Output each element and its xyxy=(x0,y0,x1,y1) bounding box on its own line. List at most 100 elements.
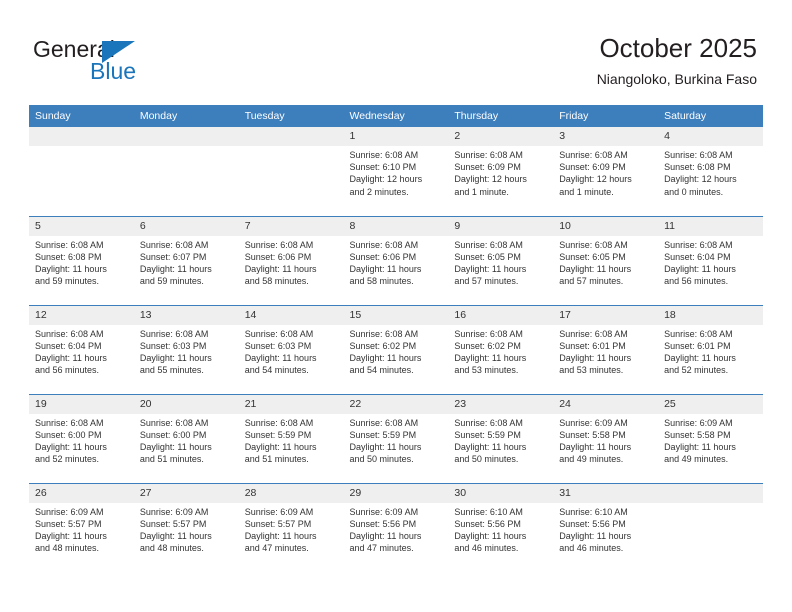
weekday-header-tuesday: Tuesday xyxy=(238,105,344,127)
calendar-day-cell[interactable]: 31 Sunrise: 6:10 AM Sunset: 5:56 PM Dayligh… xyxy=(553,482,659,572)
calendar-day-cell[interactable]: 7 Sunrise: 6:08 AM Sunset: 6:06 PM Daylight… xyxy=(238,215,344,305)
day-number: 24 xyxy=(553,394,659,414)
calendar-week-row: 19 Sunrise: 6:08 AM Sunset: 6:00 PM Dayligh… xyxy=(29,393,763,483)
daylight-text-line1: Daylight: 11 hours xyxy=(35,352,107,363)
daylight-text-line1: Daylight: 11 hours xyxy=(559,530,632,541)
weekday-header-thursday: Thursday xyxy=(448,105,554,127)
day-details: Sunrise: 6:08 AM Sunset: 6:08 PM Daylight:… xyxy=(658,146,763,198)
calendar-day-cell[interactable]: 26 Sunrise: 6:09 AM Sunset: 5:57 PM Dayligh… xyxy=(29,482,134,572)
day-details: Sunrise: 6:08 AM Sunset: 6:02 PM Daylight:… xyxy=(448,325,553,377)
sunset-text: Sunset: 6:10 PM xyxy=(349,162,417,173)
daylight-text-line1: Daylight: 11 hours xyxy=(349,441,422,452)
weekday-header-saturday: Saturday xyxy=(658,105,763,127)
calendar-day-cell[interactable]: 27 Sunrise: 6:09 AM Sunset: 5:57 PM Dayligh… xyxy=(133,482,239,572)
daylight-text-line1: Daylight: 11 hours xyxy=(349,263,422,274)
sunset-text: Sunset: 6:06 PM xyxy=(349,251,417,262)
daylight-text-line2: and 56 minutes. xyxy=(664,276,729,287)
day-details: Sunrise: 6:08 AM Sunset: 6:01 PM Daylight:… xyxy=(553,325,658,377)
sunset-text: Sunset: 6:02 PM xyxy=(349,340,417,351)
daylight-text-line1: Daylight: 12 hours xyxy=(454,174,527,185)
day-details: Sunrise: 6:08 AM Sunset: 6:10 PM Daylight:… xyxy=(344,146,449,198)
sunrise-text: Sunrise: 6:08 AM xyxy=(664,328,733,339)
sunset-text: Sunset: 6:05 PM xyxy=(454,251,521,262)
calendar-day-cell[interactable]: 24 Sunrise: 6:09 AM Sunset: 5:58 PM Dayligh… xyxy=(553,393,659,483)
day-number: 1 xyxy=(343,127,449,146)
calendar-day-cell[interactable]: 29 Sunrise: 6:09 AM Sunset: 5:56 PM Dayligh… xyxy=(343,482,449,572)
generalblue-logo[interactable]: General Blue xyxy=(33,36,223,88)
weekday-header-monday: Monday xyxy=(133,105,239,127)
calendar-day-cell[interactable]: 18 Sunrise: 6:08 AM Sunset: 6:01 PM Dayligh… xyxy=(658,304,763,394)
weekday-header-wednesday: Wednesday xyxy=(343,105,449,127)
calendar-day-cell[interactable]: 5 Sunrise: 6:08 AM Sunset: 6:08 PM Daylight… xyxy=(29,215,134,305)
day-details: Sunrise: 6:08 AM Sunset: 6:08 PM Daylight:… xyxy=(29,236,134,288)
day-number: 6 xyxy=(133,216,239,236)
day-number: 30 xyxy=(448,483,554,503)
daylight-text-line2: and 57 minutes. xyxy=(454,276,519,287)
calendar-day-cell[interactable]: 16 Sunrise: 6:08 AM Sunset: 6:02 PM Dayligh… xyxy=(448,304,554,394)
daylight-text-line1: Daylight: 11 hours xyxy=(244,441,317,452)
daylight-text-line2: and 46 minutes. xyxy=(454,543,519,554)
sunset-text: Sunset: 6:05 PM xyxy=(559,251,626,262)
daylight-text-line2: and 50 minutes. xyxy=(349,454,414,465)
daylight-text-line2: and 53 minutes. xyxy=(454,365,519,376)
day-details: Sunrise: 6:08 AM Sunset: 6:00 PM Daylight:… xyxy=(134,414,239,466)
sunset-text: Sunset: 5:59 PM xyxy=(454,429,521,440)
day-details: Sunrise: 6:08 AM Sunset: 6:02 PM Daylight:… xyxy=(344,325,449,377)
sunset-text: Sunset: 6:01 PM xyxy=(664,340,731,351)
daylight-text-line1: Daylight: 11 hours xyxy=(559,263,632,274)
day-number: 16 xyxy=(448,305,554,325)
calendar-day-cell[interactable]: 15 Sunrise: 6:08 AM Sunset: 6:02 PM Dayligh… xyxy=(343,304,449,394)
calendar-day-cell[interactable]: 9 Sunrise: 6:08 AM Sunset: 6:05 PM Daylight… xyxy=(448,215,554,305)
calendar-day-cell[interactable]: 13 Sunrise: 6:08 AM Sunset: 6:03 PM Dayligh… xyxy=(133,304,239,394)
sunset-text: Sunset: 6:01 PM xyxy=(559,340,626,351)
sunset-text: Sunset: 6:03 PM xyxy=(244,340,312,351)
sunrise-text: Sunrise: 6:09 AM xyxy=(349,506,419,517)
sunset-text: Sunset: 5:58 PM xyxy=(664,429,731,440)
weekday-header-friday: Friday xyxy=(553,105,659,127)
daylight-text-line1: Daylight: 12 hours xyxy=(664,174,737,185)
calendar-day-cell-empty xyxy=(658,482,763,572)
sunset-text: Sunset: 5:57 PM xyxy=(244,518,312,529)
calendar-day-cell[interactable]: 21 Sunrise: 6:08 AM Sunset: 5:59 PM Dayligh… xyxy=(238,393,344,483)
calendar-day-cell[interactable]: 23 Sunrise: 6:08 AM Sunset: 5:59 PM Dayligh… xyxy=(448,393,554,483)
calendar-day-cell[interactable]: 8 Sunrise: 6:08 AM Sunset: 6:06 PM Daylight… xyxy=(343,215,449,305)
calendar-day-cell[interactable]: 4 Sunrise: 6:08 AM Sunset: 6:08 PM Daylight… xyxy=(658,127,763,216)
calendar-week-row: 5 Sunrise: 6:08 AM Sunset: 6:08 PM Daylight… xyxy=(29,215,763,305)
calendar-day-cell[interactable]: 20 Sunrise: 6:08 AM Sunset: 6:00 PM Dayligh… xyxy=(133,393,239,483)
daylight-text-line2: and 52 minutes. xyxy=(35,454,100,465)
calendar-day-cell[interactable]: 19 Sunrise: 6:08 AM Sunset: 6:00 PM Dayligh… xyxy=(29,393,134,483)
calendar-day-cell[interactable]: 30 Sunrise: 6:10 AM Sunset: 5:56 PM Dayligh… xyxy=(448,482,554,572)
calendar-day-cell[interactable]: 1 Sunrise: 6:08 AM Sunset: 6:10 PM Daylight… xyxy=(343,127,449,216)
daylight-text-line1: Daylight: 11 hours xyxy=(454,530,527,541)
calendar-day-cell[interactable]: 22 Sunrise: 6:08 AM Sunset: 5:59 PM Dayligh… xyxy=(343,393,449,483)
day-number xyxy=(133,127,239,146)
calendar-day-cell[interactable]: 17 Sunrise: 6:08 AM Sunset: 6:01 PM Dayligh… xyxy=(553,304,659,394)
calendar-day-cell-empty xyxy=(238,127,344,216)
daylight-text-line1: Daylight: 11 hours xyxy=(139,263,212,274)
calendar-week-row: 26 Sunrise: 6:09 AM Sunset: 5:57 PM Dayligh… xyxy=(29,482,763,572)
day-details: Sunrise: 6:08 AM Sunset: 5:59 PM Daylight:… xyxy=(344,414,449,466)
daylight-text-line2: and 48 minutes. xyxy=(139,543,204,554)
daylight-text-line2: and 49 minutes. xyxy=(664,454,729,465)
day-details: Sunrise: 6:09 AM Sunset: 5:58 PM Daylight:… xyxy=(658,414,763,466)
calendar-day-cell[interactable]: 3 Sunrise: 6:08 AM Sunset: 6:09 PM Daylight… xyxy=(553,127,659,216)
calendar-day-cell[interactable]: 6 Sunrise: 6:08 AM Sunset: 6:07 PM Daylight… xyxy=(133,215,239,305)
day-details: Sunrise: 6:08 AM Sunset: 5:59 PM Daylight:… xyxy=(239,414,344,466)
sunset-text: Sunset: 6:06 PM xyxy=(244,251,312,262)
calendar-grid: Sunday Monday Tuesday Wednesday Thursday… xyxy=(29,105,763,572)
sunset-text: Sunset: 5:57 PM xyxy=(139,518,207,529)
daylight-text-line2: and 1 minute. xyxy=(559,186,614,197)
calendar-day-cell[interactable]: 25 Sunrise: 6:09 AM Sunset: 5:58 PM Dayligh… xyxy=(658,393,763,483)
daylight-text-line1: Daylight: 11 hours xyxy=(139,352,212,363)
daylight-text-line2: and 59 minutes. xyxy=(35,276,100,287)
daylight-text-line2: and 1 minute. xyxy=(454,186,509,197)
calendar-day-cell[interactable]: 28 Sunrise: 6:09 AM Sunset: 5:57 PM Dayligh… xyxy=(238,482,344,572)
sunrise-text: Sunrise: 6:08 AM xyxy=(349,328,419,339)
calendar-day-cell[interactable]: 14 Sunrise: 6:08 AM Sunset: 6:03 PM Dayligh… xyxy=(238,304,344,394)
calendar-day-cell[interactable]: 12 Sunrise: 6:08 AM Sunset: 6:04 PM Dayligh… xyxy=(29,304,134,394)
day-details: Sunrise: 6:08 AM Sunset: 6:09 PM Daylight:… xyxy=(553,146,658,198)
page-subtitle: Niangoloko, Burkina Faso xyxy=(596,71,757,87)
calendar-day-cell[interactable]: 10 Sunrise: 6:08 AM Sunset: 6:05 PM Dayligh… xyxy=(553,215,659,305)
calendar-day-cell[interactable]: 11 Sunrise: 6:08 AM Sunset: 6:04 PM Dayligh… xyxy=(658,215,763,305)
calendar-day-cell[interactable]: 2 Sunrise: 6:08 AM Sunset: 6:09 PM Daylight… xyxy=(448,127,554,216)
